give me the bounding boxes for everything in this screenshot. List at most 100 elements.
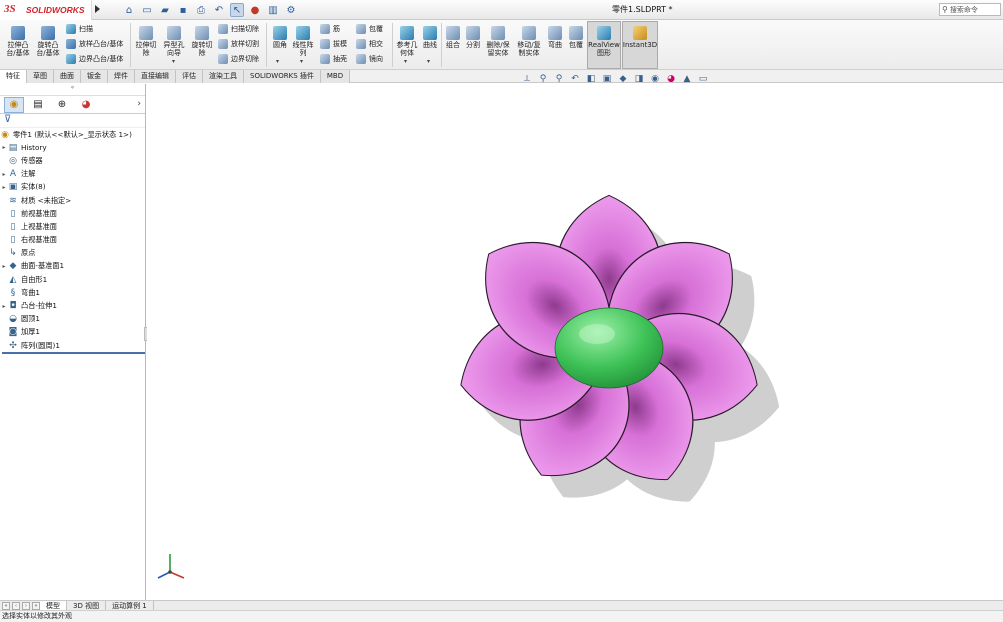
intersect-button[interactable]: 相交 xyxy=(356,39,383,49)
split-button[interactable]: 分割 xyxy=(463,26,483,49)
tree-item[interactable]: ▸ A 注解 xyxy=(0,168,145,181)
new-document-icon[interactable]: ▭ xyxy=(140,3,154,17)
bottom-tab-2[interactable]: 运动算例 1 xyxy=(106,601,154,610)
command-search-input[interactable]: ⚲ 搜索命令 xyxy=(939,3,1001,16)
rollback-bar[interactable] xyxy=(2,352,145,355)
tree-item[interactable]: ◒ 圆顶1 xyxy=(0,313,145,326)
reference-geometry-button[interactable]: 参考几 何体 xyxy=(394,26,420,57)
boundary-cut-button[interactable]: 边界切除 xyxy=(218,54,259,64)
tree-filter-icon[interactable]: ⊽ xyxy=(0,114,145,128)
tab-3[interactable]: 钣金 xyxy=(81,70,108,83)
tree-item[interactable]: ≋ 材质 <未指定> xyxy=(0,194,145,207)
lofted-cut-button[interactable]: 放样切割 xyxy=(218,39,259,49)
flower-center-dome[interactable] xyxy=(554,307,664,389)
options-gear-icon[interactable]: ⚙ xyxy=(284,3,298,17)
tree-item[interactable]: ▸ ▣ 实体(8) xyxy=(0,181,145,194)
flex-button[interactable]: 弯曲 xyxy=(545,26,565,49)
view-orientation-icon[interactable]: ⟂ xyxy=(522,74,532,84)
hole-wizard-dropdown-icon[interactable]: ▾ xyxy=(172,58,175,65)
tree-item[interactable]: ▸ ◆ 曲面-基准面1 xyxy=(0,260,145,273)
move-copy-body-button[interactable]: 移动/复 制实体 xyxy=(514,26,544,57)
property-manager-tab-icon[interactable]: ▤ xyxy=(28,97,48,113)
loft-boss-button[interactable]: 放样凸台/基体 xyxy=(66,39,123,49)
fillet-dropdown-icon[interactable]: ▾ xyxy=(276,58,279,65)
tab-6[interactable]: 评估 xyxy=(176,70,203,83)
tab-4[interactable]: 焊件 xyxy=(108,70,135,83)
instant3d-button[interactable]: Instant3D xyxy=(622,26,658,49)
tab-5[interactable]: 直接编辑 xyxy=(135,70,176,83)
tree-item[interactable]: ▸ ▤ History xyxy=(0,141,145,154)
bottom-tab-0[interactable]: 模型 xyxy=(40,601,67,610)
tree-root-part[interactable]: ◉ 零件1 (默认<<默认>_显示状态 1>) xyxy=(0,128,145,141)
expand-arrow-icon[interactable]: ▸ xyxy=(0,303,8,310)
curves-dropdown-icon[interactable]: ▾ xyxy=(427,58,430,65)
tab-0[interactable]: 特征 xyxy=(0,70,27,83)
graphics-area[interactable] xyxy=(147,84,1003,600)
sweep-button[interactable]: 扫描 xyxy=(66,24,93,34)
save-icon[interactable]: ▪ xyxy=(176,3,190,17)
tree-item[interactable]: ◭ 自由形1 xyxy=(0,273,145,286)
more-tabs-chevron-icon[interactable]: › xyxy=(137,99,141,109)
fillet-button[interactable]: 圆角 xyxy=(270,26,290,49)
scroll-first-icon[interactable]: « xyxy=(2,602,10,610)
section-view-icon[interactable]: ◧ xyxy=(586,74,596,84)
extrude-cut-button[interactable]: 拉伸切 除 xyxy=(133,26,159,57)
rebuild-traffic-light-icon[interactable]: ● xyxy=(248,3,262,17)
scroll-prev-icon[interactable]: ‹ xyxy=(12,602,20,610)
tab-8[interactable]: SOLIDWORKS 插件 xyxy=(244,70,321,83)
solidworks-menu[interactable]: 3S SOLIDWORKS xyxy=(0,0,92,20)
wrap-body-button[interactable]: 包覆 xyxy=(566,26,586,49)
linear-pattern-button[interactable]: 线性阵 列 xyxy=(290,26,316,57)
tree-item[interactable]: § 弯曲1 xyxy=(0,286,145,299)
dynamic-annotation-icon[interactable]: ▣ xyxy=(602,74,612,84)
tree-item[interactable]: ◎ 传感器 xyxy=(0,154,145,167)
tree-item[interactable]: ▯ 右视基准面 xyxy=(0,234,145,247)
delete-keep-body-button[interactable]: 删除/保 留实体 xyxy=(484,26,512,57)
tree-item[interactable]: ✣ 阵列(圆周)1 xyxy=(0,339,145,352)
tree-item[interactable]: ▸ ◘ 凸台-拉伸1 xyxy=(0,299,145,312)
configuration-manager-tab-icon[interactable]: ⊕ xyxy=(52,97,72,113)
boundary-boss-button[interactable]: 边界凸台/基体 xyxy=(66,54,123,64)
scroll-next-icon[interactable]: › xyxy=(22,602,30,610)
tab-7[interactable]: 渲染工具 xyxy=(203,70,244,83)
undo-icon[interactable]: ↶ xyxy=(212,3,226,17)
extrude-boss-button[interactable]: 拉伸凸 台/基体 xyxy=(4,26,32,57)
home-icon[interactable]: ⌂ xyxy=(122,3,136,17)
tree-item[interactable]: ▯ 上视基准面 xyxy=(0,220,145,233)
rib-button[interactable]: 筋 xyxy=(320,24,340,34)
tree-item[interactable]: ↳ 原点 xyxy=(0,247,145,260)
revolve-cut-button[interactable]: 旋转切 除 xyxy=(188,26,216,57)
tab-9[interactable]: MBD xyxy=(320,70,351,83)
linear-pattern-dropdown-icon[interactable]: ▾ xyxy=(300,58,303,65)
select-pointer-icon[interactable]: ↖ xyxy=(230,3,244,17)
hide-show-items-icon[interactable]: ◉ xyxy=(650,74,660,84)
tree-item[interactable]: ◙ 加厚1 xyxy=(0,326,145,339)
expand-arrow-icon[interactable]: ▸ xyxy=(0,171,8,178)
menu-expand-arrow-icon[interactable] xyxy=(95,5,100,13)
expand-arrow-icon[interactable]: ▸ xyxy=(0,263,8,270)
edit-appearance-icon[interactable]: ◕ xyxy=(666,74,676,84)
draft-button[interactable]: 拔模 xyxy=(320,39,347,49)
wrap-button[interactable]: 包覆 xyxy=(356,24,383,34)
tree-item[interactable]: ▯ 前视基准面 xyxy=(0,207,145,220)
open-folder-icon[interactable]: ▰ xyxy=(158,3,172,17)
tab-2[interactable]: 曲面 xyxy=(54,70,81,83)
zoom-to-area-icon[interactable]: ⚲ xyxy=(554,74,564,84)
swept-cut-button[interactable]: 扫描切除 xyxy=(218,24,259,34)
previous-view-icon[interactable]: ↶ xyxy=(570,74,580,84)
hole-wizard-button[interactable]: 异型孔 向导 xyxy=(160,26,188,57)
file-properties-icon[interactable]: ▥ xyxy=(266,3,280,17)
apply-scene-icon[interactable]: ▲ xyxy=(682,74,692,84)
tab-1[interactable]: 草图 xyxy=(27,70,54,83)
revolve-boss-button[interactable]: 旋转凸 台/基体 xyxy=(34,26,62,57)
display-style-icon[interactable]: ◨ xyxy=(634,74,644,84)
scroll-last-icon[interactable]: » xyxy=(32,602,40,610)
bottom-tab-1[interactable]: 3D 视图 xyxy=(67,601,107,610)
combine-button[interactable]: 组合 xyxy=(443,26,463,49)
realview-graphics-button[interactable]: RealView 图形 xyxy=(587,26,621,57)
flower-model-view[interactable] xyxy=(147,84,1003,600)
shell-button[interactable]: 抽壳 xyxy=(320,54,347,64)
expand-arrow-icon[interactable]: ▸ xyxy=(0,144,8,151)
mirror-button[interactable]: 镜向 xyxy=(356,54,383,64)
curves-button[interactable]: 曲线 xyxy=(420,26,440,49)
